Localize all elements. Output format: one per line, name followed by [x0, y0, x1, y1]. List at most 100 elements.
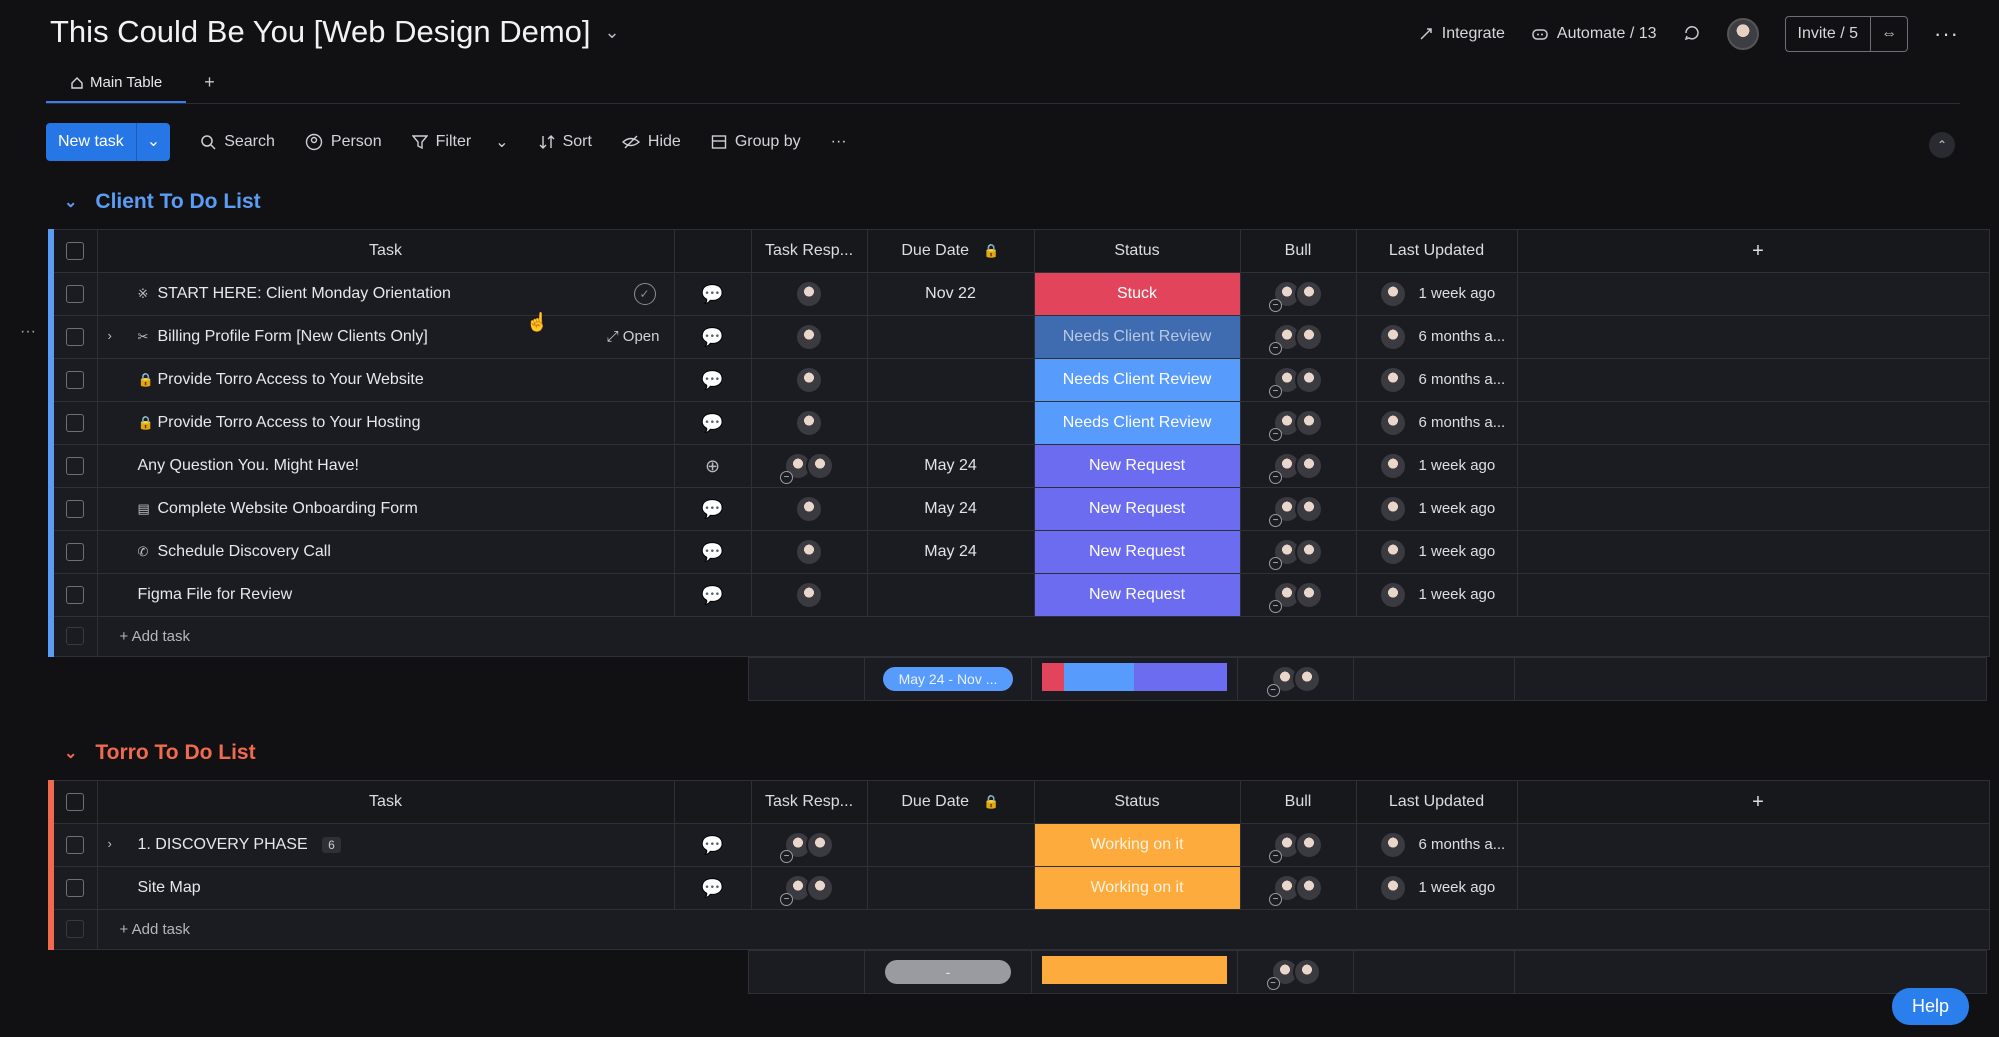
due-date-cell[interactable]: May 24	[866, 444, 1035, 488]
tab-main-table[interactable]: Main Table	[46, 68, 187, 103]
task-resp-cell[interactable]: −	[750, 823, 868, 867]
chevron-down-icon[interactable]: ⌄	[64, 743, 77, 763]
column-header-task[interactable]: Task	[96, 780, 675, 824]
bull-cell[interactable]: −	[1239, 272, 1357, 316]
bull-cell[interactable]: −	[1239, 401, 1357, 445]
row-checkbox[interactable]	[48, 530, 98, 574]
status-badge[interactable]: Needs Client Review	[1033, 358, 1241, 402]
column-header-task-resp[interactable]: Task Resp...	[750, 229, 868, 273]
table-row[interactable]: ※ START HERE: Client Monday Orientation ✓…	[48, 272, 1990, 316]
table-row[interactable]: Figma File for Review 💬 New Request − 1 …	[48, 573, 1990, 617]
group-title-torro[interactable]: ⌄ Torro To Do List	[64, 741, 256, 765]
chevron-down-icon[interactable]: ⌄	[135, 123, 170, 161]
column-header-last-updated[interactable]: Last Updated	[1355, 229, 1518, 273]
automate-button[interactable]: Automate / 13	[1531, 25, 1657, 43]
due-date-cell[interactable]	[866, 866, 1035, 910]
updates-icon[interactable]: 💬	[673, 866, 752, 910]
row-checkbox[interactable]	[48, 272, 98, 316]
table-row[interactable]: › 1. DISCOVERY PHASE 6 💬 − Working on it…	[48, 823, 1990, 867]
group-title-client[interactable]: ⌄ Client To Do List	[64, 190, 261, 214]
updates-icon[interactable]: 💬	[673, 487, 752, 531]
task-resp-cell[interactable]	[750, 573, 868, 617]
row-checkbox[interactable]	[48, 444, 98, 488]
add-task-button[interactable]: + Add task	[96, 909, 1990, 950]
task-cell[interactable]: Figma File for Review	[96, 573, 675, 617]
updates-icon[interactable]: 💬	[673, 530, 752, 574]
row-checkbox[interactable]	[48, 358, 98, 402]
copy-link-icon[interactable]: ⇔	[1871, 17, 1907, 51]
add-view-button[interactable]: +	[204, 72, 215, 103]
add-task-button[interactable]: + Add task	[96, 616, 1990, 657]
row-checkbox[interactable]	[48, 866, 98, 910]
updates-icon[interactable]: 💬	[673, 573, 752, 617]
check-circle-icon[interactable]: ✓	[633, 283, 656, 305]
due-date-cell[interactable]	[866, 823, 1035, 867]
status-badge[interactable]: New Request	[1033, 530, 1241, 574]
row-checkbox[interactable]	[48, 823, 98, 867]
chevron-down-icon[interactable]: ⌄	[605, 22, 620, 43]
task-resp-cell[interactable]	[750, 487, 868, 531]
column-header-due-date[interactable]: Due Date 🔒	[866, 229, 1035, 273]
due-date-cell[interactable]	[866, 401, 1035, 445]
select-all-checkbox[interactable]	[48, 229, 98, 273]
task-cell[interactable]: ✆ Schedule Discovery Call	[96, 530, 675, 574]
status-badge[interactable]: Working on it	[1033, 866, 1241, 910]
task-cell[interactable]: › 1. DISCOVERY PHASE 6	[96, 823, 675, 867]
sort-button[interactable]: Sort	[539, 133, 592, 151]
due-date-cell[interactable]: Nov 22	[866, 272, 1035, 316]
bull-cell[interactable]: −	[1239, 823, 1357, 867]
row-checkbox[interactable]	[48, 401, 98, 445]
table-row[interactable]: Site Map 💬 − Working on it − 1 week ago	[48, 866, 1990, 910]
hide-button[interactable]: Hide	[621, 133, 681, 151]
status-badge[interactable]: New Request	[1033, 487, 1241, 531]
status-badge[interactable]: Working on it	[1033, 823, 1241, 867]
chevron-right-icon[interactable]: ›	[108, 328, 112, 343]
bull-cell[interactable]: −	[1239, 444, 1357, 488]
updates-icon[interactable]: 💬	[673, 272, 752, 316]
due-date-cell[interactable]	[866, 358, 1035, 402]
updates-icon[interactable]: 💬	[673, 823, 752, 867]
select-all-checkbox[interactable]	[48, 780, 98, 824]
add-column-icon[interactable]: +	[1516, 780, 1990, 824]
group-by-button[interactable]: Group by	[711, 133, 801, 151]
bull-cell[interactable]: −	[1239, 358, 1357, 402]
updates-button[interactable]	[1683, 25, 1701, 43]
task-cell[interactable]: Site Map	[96, 866, 675, 910]
chevron-down-icon[interactable]: ⌄	[495, 132, 508, 152]
task-resp-cell[interactable]	[750, 315, 868, 359]
bull-cell[interactable]: −	[1239, 573, 1357, 617]
status-badge[interactable]: New Request	[1033, 444, 1241, 488]
table-row[interactable]: 🔒 Provide Torro Access to Your Website 💬 …	[48, 358, 1990, 402]
column-header-due-date[interactable]: Due Date 🔒	[866, 780, 1035, 824]
table-row[interactable]: ✆ Schedule Discovery Call 💬 May 24 New Re…	[48, 530, 1990, 574]
updates-icon[interactable]: 💬	[673, 358, 752, 402]
new-task-button[interactable]: New task	[46, 123, 136, 161]
task-cell[interactable]: 🔒 Provide Torro Access to Your Website	[96, 358, 675, 402]
task-cell[interactable]: Any Question You. Might Have!	[96, 444, 675, 488]
task-cell[interactable]: 🔒 Provide Torro Access to Your Hosting	[96, 401, 675, 445]
column-header-last-updated[interactable]: Last Updated	[1355, 780, 1518, 824]
task-resp-cell[interactable]	[750, 530, 868, 574]
column-header-bull[interactable]: Bull	[1239, 229, 1357, 273]
row-menu-icon[interactable]: ···	[20, 323, 36, 341]
status-badge[interactable]: Stuck	[1033, 272, 1241, 316]
invite-button[interactable]: Invite / 5	[1786, 17, 1872, 51]
column-header-task-resp[interactable]: Task Resp...	[750, 780, 868, 824]
row-checkbox[interactable]	[48, 487, 98, 531]
task-resp-cell[interactable]	[750, 401, 868, 445]
task-cell[interactable]: › ✂ Billing Profile Form [New Clients Onl…	[96, 315, 675, 359]
help-button[interactable]: Help	[1891, 988, 1969, 1025]
task-cell[interactable]: ▤ Complete Website Onboarding Form	[96, 487, 675, 531]
due-date-cell[interactable]: May 24	[866, 487, 1035, 531]
column-header-task[interactable]: Task	[96, 229, 675, 273]
table-row[interactable]: 🔒 Provide Torro Access to Your Hosting 💬 …	[48, 401, 1990, 445]
add-column-icon[interactable]: +	[1516, 229, 1990, 273]
column-header-bull[interactable]: Bull	[1239, 780, 1357, 824]
bull-cell[interactable]: −	[1239, 530, 1357, 574]
due-date-cell[interactable]	[866, 315, 1035, 359]
task-resp-cell[interactable]: −	[750, 444, 868, 488]
open-item-button[interactable]: ⤢ Open	[607, 328, 660, 345]
updates-icon[interactable]: 💬	[673, 401, 752, 445]
row-checkbox[interactable]	[48, 573, 98, 617]
updates-icon[interactable]: 💬	[673, 315, 752, 359]
